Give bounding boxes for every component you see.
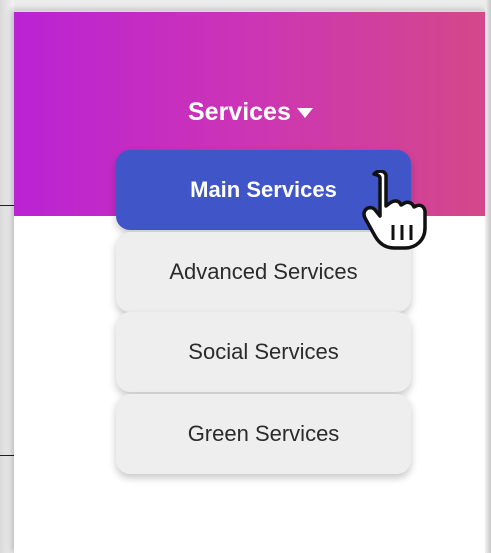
menu-item-label: Advanced Services [169, 259, 358, 284]
menu-item-label: Main Services [190, 177, 337, 202]
menu-item-green-services[interactable]: Green Services [116, 394, 411, 474]
services-toggle-label: Services [188, 97, 291, 126]
left-edge [0, 0, 14, 553]
services-dropdown-toggle[interactable]: Services [188, 94, 313, 130]
caret-down-icon [296, 108, 313, 118]
menu-item-social-services[interactable]: Social Services [116, 312, 411, 392]
dropdown-panel: Services Main Services Advanced Services… [14, 10, 486, 553]
panel-top-border [14, 10, 486, 12]
right-edge [485, 0, 491, 553]
menu-item-label: Social Services [188, 339, 339, 364]
menu-item-label: Green Services [187, 421, 340, 446]
hand-pointer-icon [362, 170, 427, 250]
